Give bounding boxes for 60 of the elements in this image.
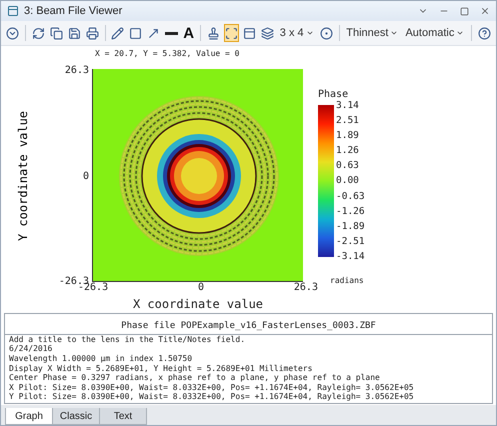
colorbar-tick-label: 0.00: [336, 175, 360, 186]
text-tool-button[interactable]: A: [182, 24, 196, 42]
colorbar-tick-label: -2.51: [336, 236, 365, 247]
maximize-icon: [460, 6, 469, 16]
caret-icon: [306, 29, 314, 37]
info-title: Phase file POPExample_v16_FasterLenses_0003.ZBF: [121, 320, 376, 331]
colorbar-title: Phase: [318, 89, 348, 100]
colorbar-unit: radians: [330, 276, 364, 285]
info-line: X Pilot: Size= 8.0390E+00, Waist= 8.0332E+00, Pos= +1.1674E+04, Rayleigh= 3.0562E+05: [9, 382, 414, 392]
y-tick-label: 26.3: [64, 65, 89, 76]
pencil-icon: [111, 26, 124, 40]
colorbar-tick-label: -1.26: [336, 206, 365, 217]
arrow-icon: [147, 26, 160, 40]
colorbar-tick-label: 2.51: [336, 115, 360, 126]
colorbar-tick-label: 0.63: [336, 160, 360, 172]
expand-icon: [6, 26, 19, 40]
caret-icon: [456, 29, 464, 37]
dropdown-button[interactable]: 3 x 4: [278, 27, 316, 39]
colorbar-tick-label: -3.14: [336, 250, 365, 262]
info-line: 6/24/2016: [9, 344, 52, 354]
x-tick-label: 0: [198, 282, 204, 293]
x-tick-label: 26.3: [294, 282, 318, 293]
fit-button[interactable]: [224, 24, 239, 42]
colorbar-tick-label: -0.63: [336, 190, 365, 202]
refresh-icon: [32, 26, 45, 40]
cursor-readout: X = 20.7, Y = 5.382, Value = 0: [94, 48, 240, 60]
tab[interactable]: Text: [99, 408, 147, 425]
colorbar-tick-label: 3.14: [336, 100, 360, 111]
print-icon: [86, 26, 99, 40]
info-line: Add a title to the lens in the Title/Notes field.: [9, 334, 246, 344]
fit-icon: [224, 26, 238, 40]
colorbar-tick-label: -1.89: [336, 220, 365, 232]
layers-icon: [260, 26, 274, 40]
y-axis-label: Y coordinate value: [16, 110, 30, 242]
close-button[interactable]: [480, 6, 490, 16]
colorbar-tick-label: 1.26: [336, 145, 360, 156]
info-line: Display X Width = 5.2689E+01, Y Height = 5.2689E+01 Millimeters: [9, 364, 312, 374]
window-icon: [242, 26, 256, 40]
rectangle-icon: [129, 26, 142, 40]
dropdown-button[interactable]: Thinnest: [344, 27, 400, 39]
help-icon: [478, 26, 492, 40]
info-line: Y Pilot: Size= 8.0390E+00, Waist= 8.0332E+00, Pos= +1.1674E+04, Rayleigh= 3.0562E+05: [9, 392, 414, 402]
info-line: Wavelength 1.00000 µm in index 1.50750: [9, 354, 192, 364]
y-tick-label: 0: [82, 170, 89, 182]
copy-icon: [50, 26, 63, 40]
app-icon: [7, 5, 19, 17]
maximize-button[interactable]: [460, 6, 469, 16]
x-tick-label: -26.3: [78, 282, 108, 293]
x-axis-label: X coordinate value: [132, 296, 264, 311]
window-title: 3: Beam File Viewer: [24, 5, 124, 17]
caret-icon: [390, 29, 398, 37]
tab[interactable]: Classic: [52, 408, 100, 425]
colorbar-tick-label: 1.89: [336, 130, 360, 142]
dropdown-button[interactable]: Automatic: [403, 27, 466, 39]
stamp-icon: [206, 26, 220, 40]
circle-icon: [320, 26, 333, 40]
info-line: Center Phase = 0.3297 radians, x phase ref to a plane, y phase ref to a plane: [9, 373, 380, 383]
save-icon: [68, 26, 81, 40]
close-icon: [480, 6, 490, 16]
tab[interactable]: Graph: [5, 408, 53, 425]
